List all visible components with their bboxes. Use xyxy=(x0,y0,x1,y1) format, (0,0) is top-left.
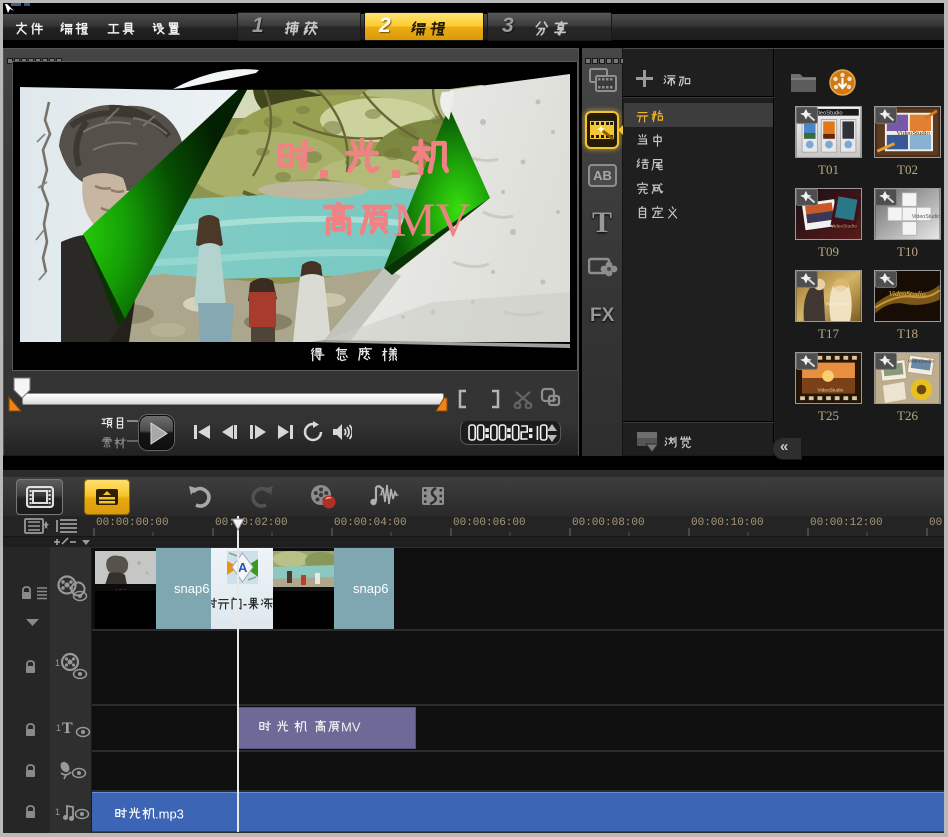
svg-text:VideoStudio: VideoStudio xyxy=(825,303,849,308)
svg-text:VideoStudio: VideoStudio xyxy=(912,214,940,220)
svg-text:VideoStudio: VideoStudio xyxy=(896,130,930,137)
svg-text:VideoStudio: VideoStudio xyxy=(889,289,926,298)
svg-text:A: A xyxy=(238,560,248,575)
svg-text:MV: MV xyxy=(393,194,471,247)
svg-text:VideoStudio: VideoStudio xyxy=(817,387,843,393)
svg-text:VideoStudio: VideoStudio xyxy=(831,223,857,229)
svg-text:VideoStudio: VideoStudio xyxy=(908,359,934,365)
